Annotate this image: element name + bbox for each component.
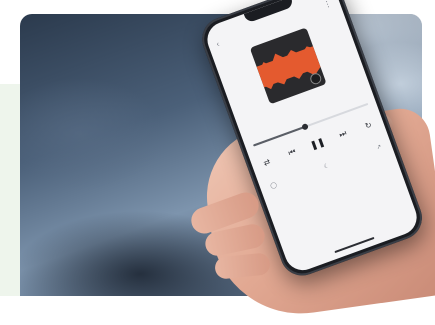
left-action-button[interactable] bbox=[278, 211, 289, 223]
repeat-icon[interactable]: ↻ bbox=[359, 116, 377, 134]
podcast-cover-art bbox=[249, 27, 327, 105]
share-icon[interactable]: ↗ bbox=[375, 143, 383, 151]
more-icon[interactable]: ⋮ bbox=[322, 0, 333, 10]
skip-forward-icon[interactable]: ⏭ bbox=[334, 125, 352, 143]
pause-icon[interactable]: ❚❚ bbox=[309, 135, 327, 153]
progress-knob[interactable] bbox=[301, 122, 309, 131]
sleep-timer-icon[interactable]: ☾ bbox=[323, 162, 330, 170]
home-indicator bbox=[334, 236, 375, 254]
right-action-button[interactable] bbox=[385, 172, 396, 184]
speed-icon[interactable]: ◯ bbox=[269, 181, 277, 190]
skip-back-icon[interactable]: ⏮ bbox=[283, 144, 301, 162]
shuffle-icon[interactable]: ⇄ bbox=[258, 153, 276, 171]
chevron-down-icon[interactable]: ‹ bbox=[215, 39, 225, 48]
